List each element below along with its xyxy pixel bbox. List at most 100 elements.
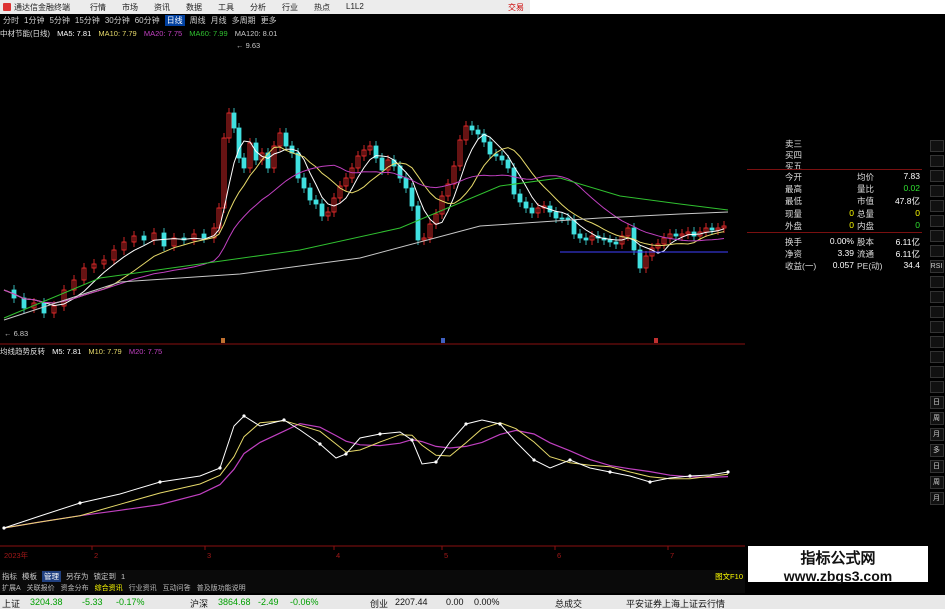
candle-body: [409, 187, 415, 207]
quote-row: 收益(一) 0.057 PE(动) 34.4: [785, 260, 920, 272]
menu-item[interactable]: 行业: [282, 2, 298, 13]
ma60-line: [3, 177, 729, 319]
toolbar-button[interactable]: [929, 200, 944, 212]
right-panel: [745, 14, 920, 580]
menu-item[interactable]: L1L2: [346, 2, 364, 13]
candle-body: [583, 237, 589, 241]
period-60分钟[interactable]: 60分钟: [135, 15, 160, 26]
toolbar-button[interactable]: [929, 381, 944, 393]
signal-dot: [242, 414, 246, 418]
toolbar-button[interactable]: RSI: [929, 260, 944, 273]
period-更多[interactable]: 更多: [261, 15, 277, 26]
quote-label: 均价: [857, 172, 875, 182]
low-price-label: ← 6.83: [4, 329, 28, 338]
index-cy-name[interactable]: 创业: [370, 597, 388, 609]
toolbar-button[interactable]: [929, 321, 944, 333]
candle-body: [499, 155, 505, 161]
toolbar-button[interactable]: [929, 170, 944, 182]
candle-body: [21, 297, 27, 309]
toolbar-button[interactable]: 日: [929, 460, 944, 473]
signal-dot: [498, 422, 502, 426]
quote-value: 0: [915, 219, 920, 230]
menu-item[interactable]: 分析: [250, 2, 266, 13]
indicator-tab-bar: 指标 模板 管理 另存为 锁定到 1 图文F10: [0, 570, 745, 582]
ma20-line: [3, 164, 725, 304]
period-分时[interactable]: 分时: [3, 15, 19, 26]
period-日线[interactable]: 日线: [164, 15, 185, 26]
candle-body: [607, 239, 613, 243]
quote-label: 最高: [785, 184, 803, 195]
period-周线[interactable]: 周线: [190, 15, 206, 26]
link-扩展A[interactable]: 扩展A: [2, 583, 21, 593]
signal-dot: [218, 466, 222, 470]
tab-指标[interactable]: 指标: [2, 571, 17, 582]
toolbar-button[interactable]: 日: [929, 396, 944, 409]
chart-area[interactable]: ← 9.63← 6.83 8.608.408.208.007.807.607.4…: [0, 28, 785, 570]
quote-label: 收益(一): [785, 261, 817, 272]
event-marker[interactable]: [221, 338, 225, 343]
quote-label: 外盘: [785, 220, 803, 231]
toolbar-button[interactable]: [929, 366, 944, 378]
candle-body: [673, 233, 679, 237]
candle-body: [523, 201, 529, 209]
period-30分钟[interactable]: 30分钟: [105, 15, 130, 26]
toolbar-button[interactable]: [929, 155, 944, 167]
toolbar-button[interactable]: 周: [929, 412, 944, 425]
menu-item[interactable]: 市场: [122, 2, 138, 13]
toolbar-button[interactable]: 周: [929, 476, 944, 489]
link-综合资讯[interactable]: 综合资讯: [95, 583, 123, 593]
toolbar-button[interactable]: [929, 276, 944, 288]
quote-value: 0: [849, 219, 854, 230]
menu-item[interactable]: 行情: [90, 2, 106, 13]
index-sh-name[interactable]: 上证: [2, 597, 20, 609]
toolbar-button[interactable]: [929, 215, 944, 227]
tab-另存为[interactable]: 另存为: [66, 571, 89, 582]
tab-模板[interactable]: 模板: [22, 571, 37, 582]
link-资金分布[interactable]: 资金分布: [61, 583, 89, 593]
signal-dot: [568, 458, 572, 462]
toolbar-button[interactable]: 月: [929, 492, 944, 505]
toolbar-button[interactable]: [929, 336, 944, 348]
period-多周期[interactable]: 多周期: [232, 15, 256, 26]
toolbar-button[interactable]: [929, 351, 944, 363]
tab-管理[interactable]: 管理: [42, 570, 61, 582]
toolbar-button[interactable]: [929, 140, 944, 152]
period-5分钟[interactable]: 5分钟: [49, 15, 69, 26]
menu-item[interactable]: 资讯: [154, 2, 170, 13]
f10-button[interactable]: 图文F10: [715, 571, 743, 582]
event-marker[interactable]: [441, 338, 445, 343]
menu-item[interactable]: 数据: [186, 2, 202, 13]
signal-dot: [158, 480, 162, 484]
candle-body: [637, 249, 643, 269]
link-关联报价[interactable]: 关联报价: [27, 583, 55, 593]
trade-button[interactable]: 交易: [508, 2, 524, 13]
menu-item[interactable]: 热点: [314, 2, 330, 13]
toolbar-button[interactable]: 月: [929, 428, 944, 441]
candle-body: [379, 157, 385, 171]
period-1分钟[interactable]: 1分钟: [24, 15, 44, 26]
toolbar-button[interactable]: [929, 230, 944, 242]
signal-dot: [2, 526, 6, 530]
toolbar-button[interactable]: [929, 291, 944, 303]
event-marker[interactable]: [654, 338, 658, 343]
quote-row: 今开 均价 7.83: [785, 171, 920, 183]
tab-锁定到[interactable]: 锁定到: [94, 571, 117, 582]
toolbar-button[interactable]: [929, 306, 944, 318]
toolbar-button[interactable]: 多: [929, 444, 944, 457]
link-互动问答[interactable]: 互动问答: [163, 583, 191, 593]
period-15分钟[interactable]: 15分钟: [75, 15, 100, 26]
toolbar-button[interactable]: [929, 245, 944, 257]
tab-1[interactable]: 1: [121, 572, 125, 581]
index-hs-name[interactable]: 沪深: [190, 597, 208, 609]
link-普及版功能说明[interactable]: 普及版功能说明: [197, 583, 246, 593]
menu-item[interactable]: 工具: [218, 2, 234, 13]
signal-dot: [688, 474, 692, 478]
candle-body: [201, 233, 207, 239]
signal-dot: [726, 470, 730, 474]
link-行业资讯[interactable]: 行业资讯: [129, 583, 157, 593]
quote-label: 内盘: [857, 220, 875, 231]
period-月线[interactable]: 月线: [211, 15, 227, 26]
month-label: 4: [336, 551, 340, 560]
index-sh-value: 3204.38: [30, 597, 63, 607]
toolbar-button[interactable]: [929, 185, 944, 197]
